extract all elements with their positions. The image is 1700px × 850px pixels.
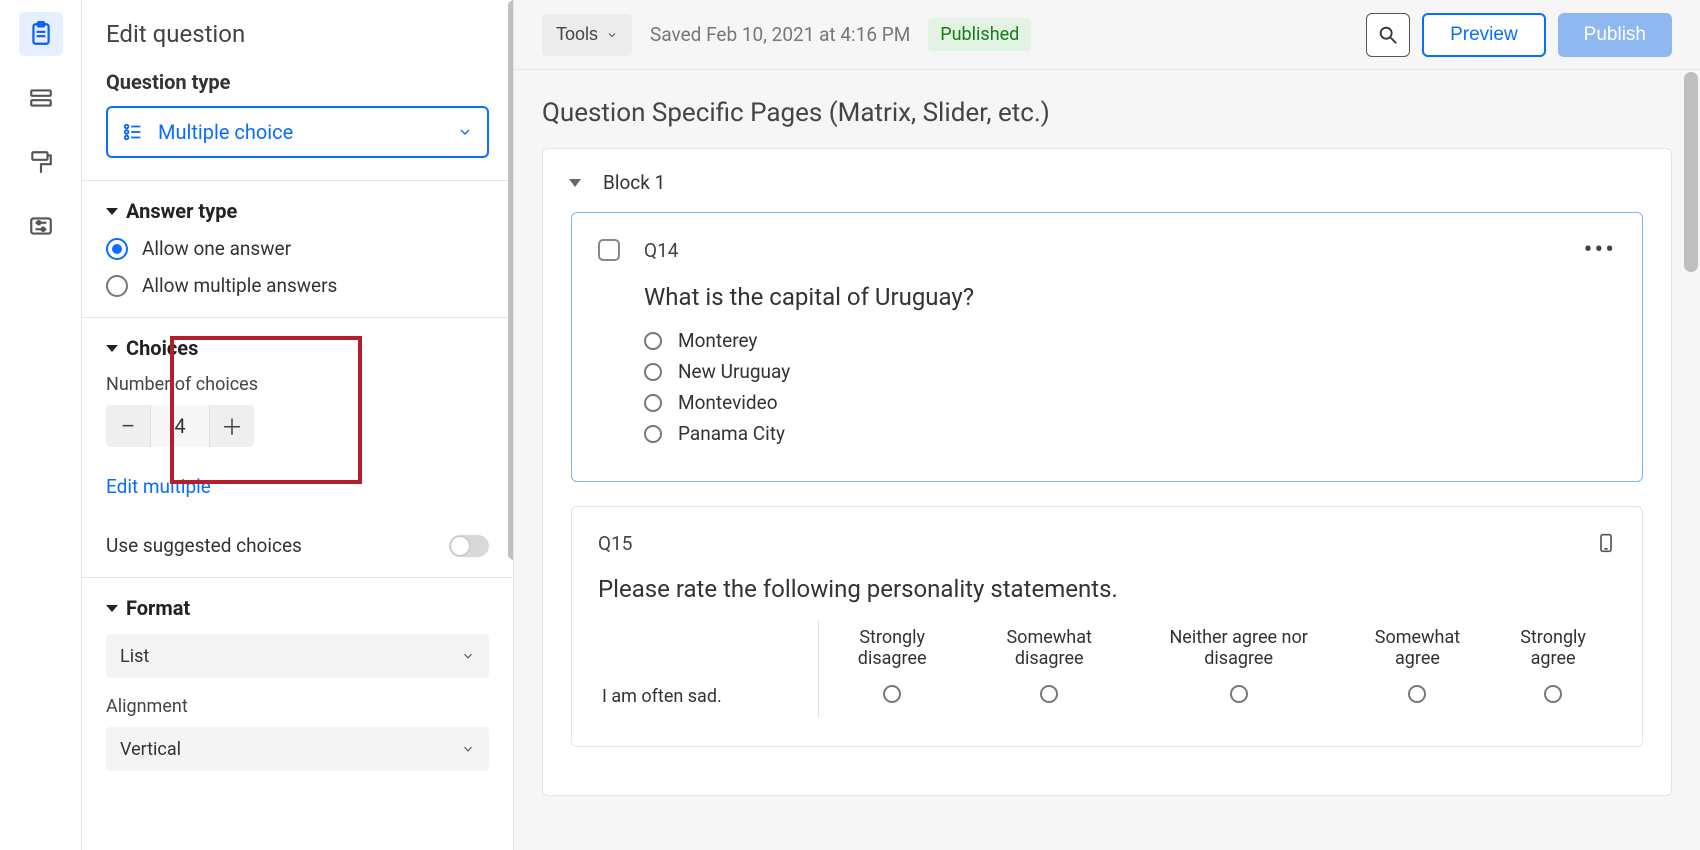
divider (82, 317, 513, 318)
question-id: Q14 (644, 239, 678, 262)
radio-icon (644, 394, 662, 412)
block-label: Block 1 (603, 171, 665, 194)
matrix-row: I am often sad. (598, 675, 1616, 718)
question-type-value: Multiple choice (158, 120, 293, 144)
edit-question-panel: Edit question Question type Multiple cho… (82, 0, 514, 850)
iconbar-settings-icon[interactable] (19, 204, 63, 248)
matrix-scale-header: Neither agree nor disagree (1133, 621, 1345, 675)
tools-button[interactable]: Tools (542, 14, 632, 56)
main-scrollbar[interactable] (1684, 72, 1698, 272)
main-canvas: Tools Saved Feb 10, 2021 at 4:16 PM Publ… (514, 0, 1700, 850)
chevron-down-icon (461, 742, 475, 756)
matrix-radio[interactable] (1040, 685, 1058, 703)
question-select-checkbox[interactable] (598, 239, 620, 261)
question-card-q15[interactable]: Q15 Please rate the following personalit… (571, 506, 1643, 747)
choices-count-value: 4 (150, 405, 210, 447)
question-id: Q15 (598, 532, 632, 555)
question-text[interactable]: What is the capital of Uruguay? (644, 283, 1616, 311)
use-suggested-toggle[interactable] (449, 535, 489, 557)
iconbar (0, 0, 82, 850)
search-icon (1377, 24, 1399, 46)
matrix-table: Strongly disagree Somewhat disagree Neit… (598, 621, 1616, 718)
matrix-radio[interactable] (883, 685, 901, 703)
caret-down-icon (106, 345, 118, 352)
q14-option[interactable]: Monterey (644, 329, 1616, 352)
use-suggested-label: Use suggested choices (106, 534, 302, 557)
radio-checked-icon (106, 238, 128, 260)
format-layout-select[interactable]: List (106, 634, 489, 678)
choices-stepper: − 4 ＋ (106, 405, 254, 447)
matrix-scale-header: Strongly agree (1490, 621, 1616, 675)
matrix-radio[interactable] (1230, 685, 1248, 703)
radio-icon (644, 332, 662, 350)
divider (82, 577, 513, 578)
iconbar-survey-icon[interactable] (19, 12, 63, 56)
matrix-radio[interactable] (1408, 685, 1426, 703)
q14-option[interactable]: New Uruguay (644, 360, 1616, 383)
answer-type-multiple[interactable]: Allow multiple answers (106, 274, 489, 297)
question-more-icon[interactable]: ••• (1584, 235, 1616, 265)
matrix-scale-header: Somewhat agree (1345, 621, 1490, 675)
matrix-statement[interactable]: I am often sad. (598, 675, 818, 718)
alignment-label: Alignment (106, 696, 489, 717)
block-header[interactable]: Block 1 (559, 165, 1655, 212)
caret-down-icon (106, 605, 118, 612)
divider (82, 180, 513, 181)
iconbar-paint-icon[interactable] (19, 140, 63, 184)
question-type-select[interactable]: Multiple choice (106, 106, 489, 158)
choices-decrement-button[interactable]: − (106, 405, 150, 447)
radio-unchecked-icon (106, 275, 128, 297)
radio-icon (644, 425, 662, 443)
saved-status: Saved Feb 10, 2021 at 4:16 PM (650, 23, 910, 46)
radio-icon (644, 363, 662, 381)
matrix-radio[interactable] (1544, 685, 1562, 703)
format-header[interactable]: Format (106, 596, 489, 620)
question-text[interactable]: Please rate the following personality st… (598, 575, 1616, 603)
q14-option[interactable]: Panama City (644, 422, 1616, 445)
multiple-choice-icon (122, 121, 144, 143)
page-title: Question Specific Pages (Matrix, Slider,… (542, 98, 1672, 128)
chevron-down-icon (606, 29, 618, 41)
q14-option[interactable]: Montevideo (644, 391, 1616, 414)
topbar: Tools Saved Feb 10, 2021 at 4:16 PM Publ… (514, 0, 1700, 70)
use-suggested-choices-row: Use suggested choices (106, 534, 489, 557)
choices-header[interactable]: Choices (106, 336, 489, 360)
panel-title: Edit question (106, 20, 489, 48)
preview-button[interactable]: Preview (1422, 13, 1546, 57)
matrix-scale-header: Somewhat disagree (966, 621, 1133, 675)
question-card-q14[interactable]: Q14 ••• What is the capital of Uruguay? … (571, 212, 1643, 482)
chevron-down-icon (461, 649, 475, 663)
answer-type-header[interactable]: Answer type (106, 199, 489, 223)
format-alignment-select[interactable]: Vertical (106, 727, 489, 771)
search-button[interactable] (1366, 13, 1410, 57)
number-of-choices-label: Number of choices (106, 374, 489, 395)
mobile-icon (1596, 529, 1616, 557)
chevron-down-icon (457, 124, 473, 140)
edit-multiple-link[interactable]: Edit multiple (106, 475, 211, 498)
caret-down-icon (106, 208, 118, 215)
matrix-scale-header: Strongly disagree (818, 621, 966, 675)
answer-type-one[interactable]: Allow one answer (106, 237, 489, 260)
published-badge: Published (928, 18, 1031, 51)
survey-block-card: Block 1 Q14 ••• What is the capital of U… (542, 148, 1672, 796)
question-type-label: Question type (106, 70, 489, 94)
choices-increment-button[interactable]: ＋ (210, 405, 254, 447)
caret-down-icon (569, 179, 581, 187)
publish-button[interactable]: Publish (1558, 13, 1672, 57)
iconbar-layout-icon[interactable] (19, 76, 63, 120)
